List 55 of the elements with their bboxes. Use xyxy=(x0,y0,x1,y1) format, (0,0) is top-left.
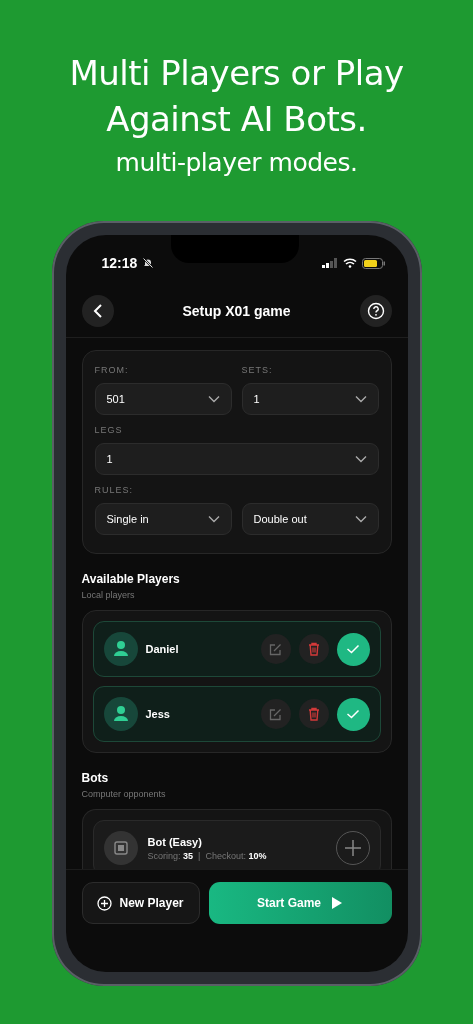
help-icon xyxy=(366,302,385,320)
player-name: Jess xyxy=(145,708,171,720)
select-toggle[interactable] xyxy=(336,632,370,666)
back-button[interactable] xyxy=(81,295,114,327)
new-player-button[interactable]: New Player xyxy=(81,882,200,924)
section-subtitle: Local players xyxy=(81,590,136,600)
field-label: RULES: xyxy=(94,485,134,495)
player-name: Daniel xyxy=(145,643,180,655)
section-title: Available Players xyxy=(81,572,181,586)
signal-icon xyxy=(321,258,338,268)
plus-circle-icon xyxy=(97,895,113,911)
chevron-down-icon xyxy=(207,515,220,523)
screen-title: Setup X01 game xyxy=(182,303,291,319)
player-row[interactable]: Jess xyxy=(92,686,381,742)
checkmark-icon xyxy=(346,644,360,654)
dropdown[interactable]: 1 xyxy=(241,383,379,415)
section-title: Bots xyxy=(81,771,110,785)
bot-name: Bot (Easy) xyxy=(147,835,203,848)
bot-row[interactable]: Bot (Easy) Scoring: 35 | Checkout: 10% xyxy=(92,820,381,869)
select-toggle[interactable] xyxy=(336,697,370,731)
dropdown[interactable]: Single in xyxy=(94,503,232,535)
battery-icon xyxy=(361,257,386,269)
trash-icon xyxy=(307,642,320,656)
chevron-down-icon xyxy=(354,455,367,463)
chevron-down-icon xyxy=(354,395,367,403)
wifi-icon xyxy=(342,258,357,268)
field-label: SETS: xyxy=(241,365,274,375)
trash-icon xyxy=(307,707,320,721)
status-time: 12:18 xyxy=(101,255,138,271)
dropdown[interactable]: 501 xyxy=(94,383,232,415)
chip-icon xyxy=(103,831,138,865)
bot-stats: Scoring: 35 | Checkout: 10% xyxy=(147,850,268,861)
plus-icon xyxy=(343,839,362,857)
play-icon xyxy=(331,896,343,910)
help-button[interactable] xyxy=(359,295,392,327)
delete-button[interactable] xyxy=(298,634,329,664)
edit-button[interactable] xyxy=(260,699,291,729)
edit-icon xyxy=(269,707,282,721)
chevron-down-icon xyxy=(207,395,220,403)
field-label: LEGS xyxy=(94,425,124,435)
person-icon xyxy=(103,632,138,666)
edit-button[interactable] xyxy=(260,634,291,664)
field-label: FROM: xyxy=(94,365,130,375)
section-subtitle: Computer opponents xyxy=(81,789,167,799)
player-row[interactable]: Daniel xyxy=(92,621,381,677)
delete-button[interactable] xyxy=(298,699,329,729)
chevron-down-icon xyxy=(354,515,367,523)
headline: Multi Players or Play Against AI Bots. xyxy=(69,52,404,141)
dropdown[interactable]: 1 xyxy=(94,443,379,475)
dropdown[interactable]: Double out xyxy=(241,503,379,535)
person-icon xyxy=(103,697,138,731)
subtitle: multi-player modes. xyxy=(114,148,359,177)
checkmark-icon xyxy=(346,709,360,719)
edit-icon xyxy=(269,642,282,656)
chevron-left-icon xyxy=(92,304,103,318)
